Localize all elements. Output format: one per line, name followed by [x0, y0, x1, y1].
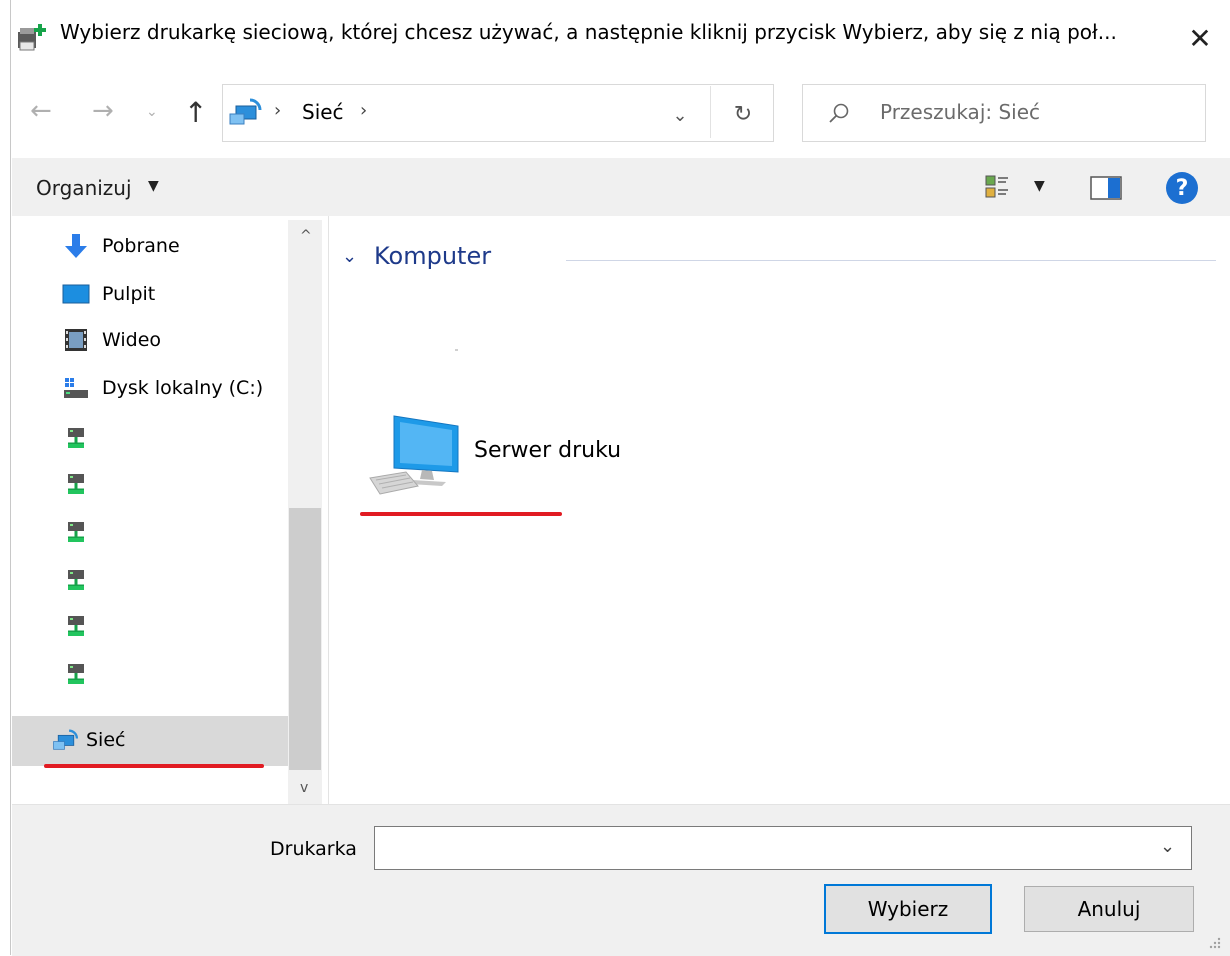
sidebar-item-label: Pobrane [102, 235, 180, 257]
network-drive-icon [62, 470, 90, 498]
window-title: Wybierz drukarkę sieciową, której chcesz… [60, 20, 1117, 44]
sidebar-item-label: Sieć [86, 729, 126, 751]
breadcrumb-separator[interactable]: › [360, 100, 367, 121]
forward-button[interactable]: → [92, 96, 114, 126]
change-view-icon[interactable] [984, 174, 1010, 200]
sidebar-item-network-drive[interactable] [62, 418, 102, 458]
command-bar [12, 158, 1230, 216]
sidebar-item-network-drive[interactable] [62, 560, 102, 600]
refresh-button[interactable]: ↻ [720, 94, 766, 134]
sidebar-item-network-drive[interactable] [62, 512, 102, 552]
breadcrumb-separator: › [274, 100, 282, 121]
organize-button[interactable]: Organizuj [36, 176, 132, 200]
stray-dot [455, 349, 458, 351]
local-disk-icon [62, 374, 90, 402]
group-header-komputer[interactable]: Komputer [374, 242, 491, 270]
video-icon [62, 326, 90, 354]
add-printer-icon [18, 24, 46, 51]
view-dropdown-arrow[interactable]: ▼ [1034, 178, 1045, 194]
group-collapse-chevron[interactable]: ⌄ [342, 246, 357, 267]
group-divider [566, 260, 1216, 261]
sidebar-item-label: Wideo [102, 329, 162, 351]
sidebar-item-network-drive[interactable] [62, 464, 102, 504]
download-arrow-icon [62, 232, 90, 260]
printer-dropdown-arrow[interactable]: ⌄ [1160, 836, 1175, 857]
resize-grip-icon[interactable] [1206, 934, 1222, 950]
cancel-button[interactable]: Anuluj [1024, 886, 1194, 932]
scroll-up-button[interactable]: ^ [300, 228, 312, 244]
search-icon [829, 103, 849, 123]
sidebar-item-siec[interactable]: Sieć [52, 720, 125, 760]
sidebar-item-pulpit[interactable]: Pulpit [62, 274, 155, 314]
organize-dropdown-arrow[interactable]: ▼ [148, 178, 159, 194]
up-button[interactable]: ↑ [184, 96, 207, 129]
address-divider [710, 86, 711, 138]
sidebar-item-dysk-lokalny[interactable]: Dysk lokalny (C:) [62, 368, 263, 408]
scroll-down-button[interactable]: v [300, 780, 308, 796]
network-drive-icon [62, 518, 90, 546]
sidebar-item-network-drive[interactable] [62, 654, 102, 694]
recent-locations-button[interactable]: ⌄ [146, 104, 158, 120]
sidebar-item-pobrane[interactable]: Pobrane [62, 226, 180, 266]
back-button[interactable]: ← [30, 96, 52, 126]
choose-button[interactable]: Wybierz [824, 884, 992, 934]
network-drive-icon [62, 660, 90, 688]
preview-pane-icon[interactable] [1090, 176, 1122, 200]
scrollbar-thumb[interactable] [289, 508, 321, 770]
sidebar-item-network-drive[interactable] [62, 606, 102, 646]
sidebar-item-wideo[interactable]: Wideo [62, 320, 161, 360]
printer-label: Drukarka [270, 838, 357, 860]
sidebar-item-label: Pulpit [102, 283, 156, 305]
network-drive-icon [62, 566, 90, 594]
address-history-dropdown[interactable]: ⌄ [660, 100, 700, 130]
window-left-edge [0, 0, 11, 955]
sidebar-item-label: Dysk lokalny (C:) [102, 377, 264, 399]
printer-combobox[interactable] [374, 826, 1192, 870]
item-label-serwer-druku[interactable]: Serwer druku [474, 438, 621, 463]
help-icon[interactable]: ? [1166, 172, 1198, 204]
window-top-edge [0, 0, 1230, 6]
highlight-underline [360, 512, 562, 516]
highlight-underline [44, 764, 264, 768]
close-button[interactable]: ✕ [1176, 14, 1224, 62]
network-drive-icon [62, 424, 90, 452]
breadcrumb-location[interactable]: Sieć [302, 100, 344, 124]
network-drive-icon [62, 612, 90, 640]
network-icon [229, 98, 262, 125]
search-placeholder: Przeszukaj: Sieć [880, 100, 1041, 124]
computer-icon[interactable] [366, 410, 462, 496]
desktop-icon [62, 280, 90, 308]
network-icon [52, 726, 80, 754]
